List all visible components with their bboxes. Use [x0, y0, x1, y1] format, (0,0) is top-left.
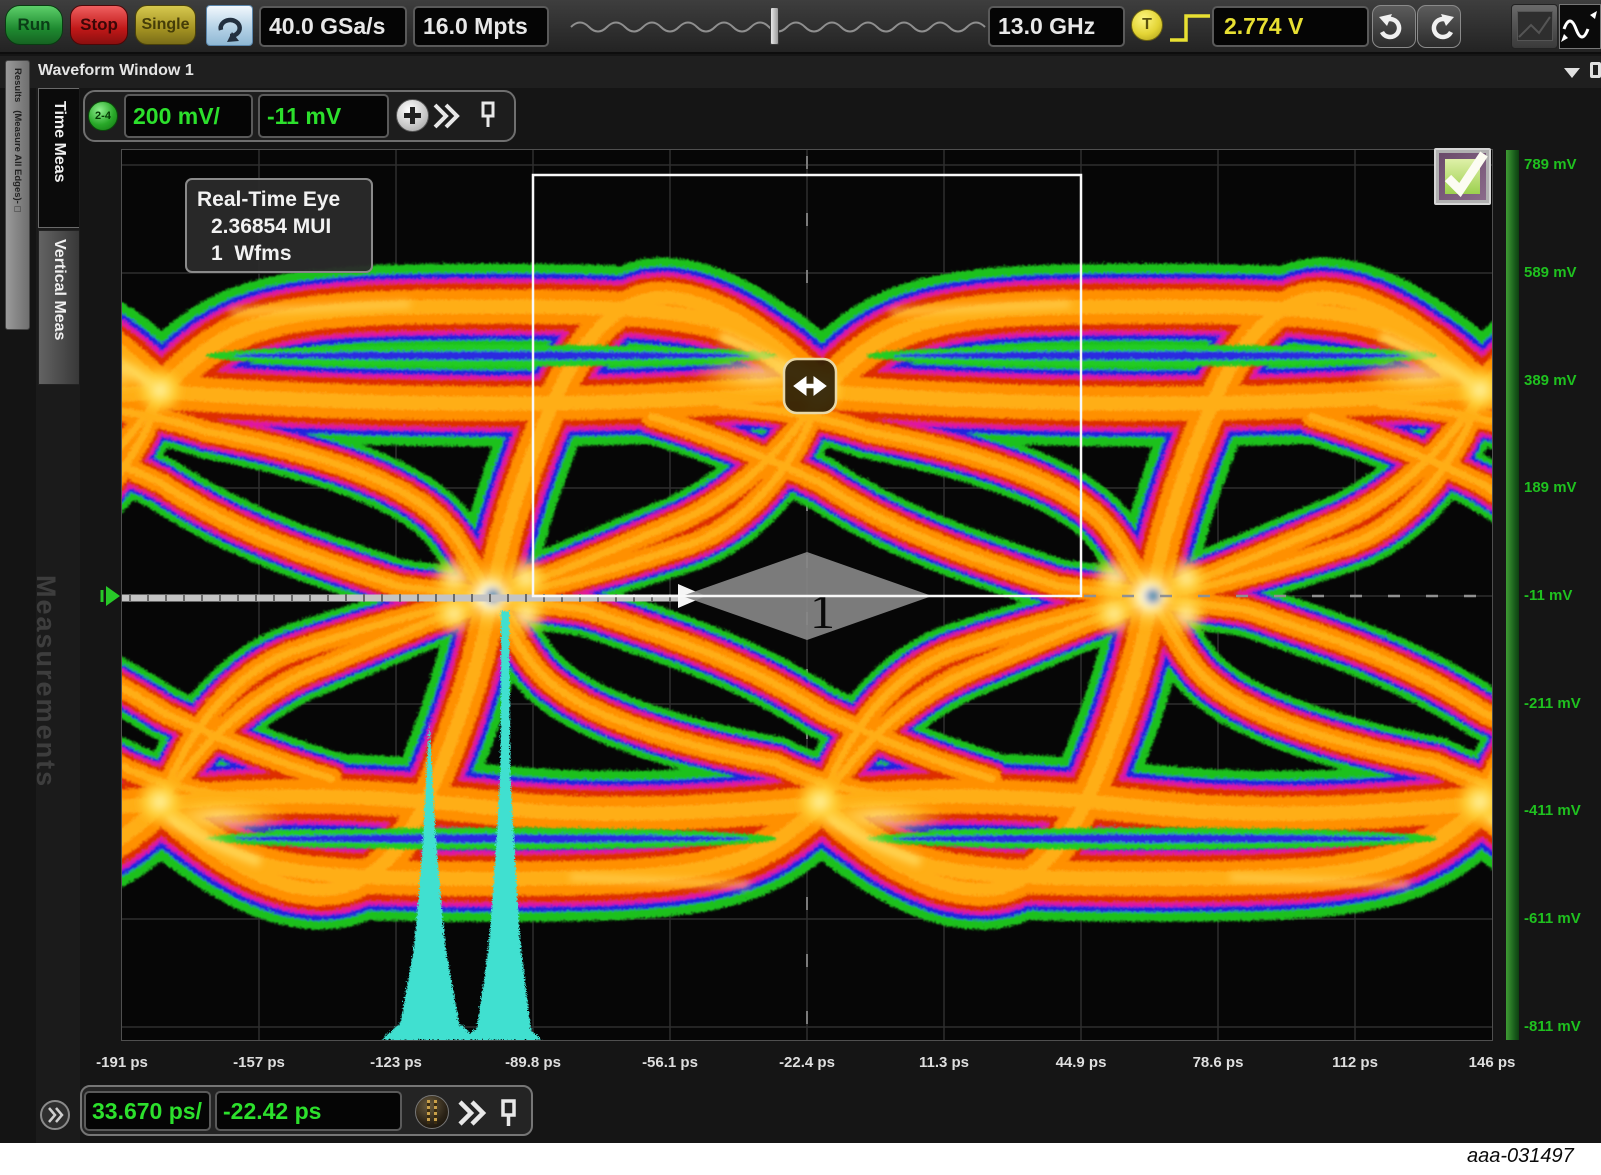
svg-text:1: 1	[810, 583, 835, 639]
